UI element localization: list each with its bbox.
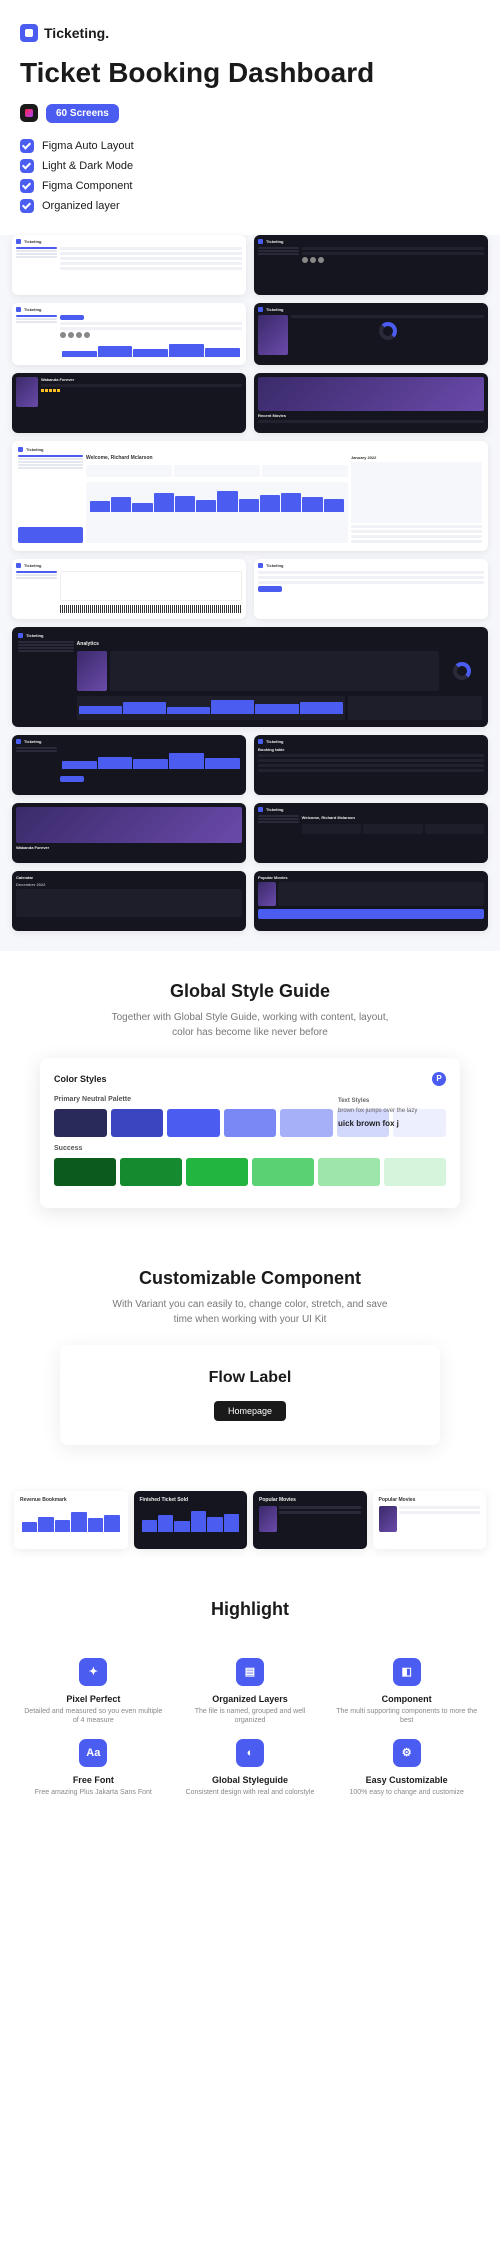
hero-title: Ticket Booking Dashboard [20,56,480,90]
section-title: Highlight [20,1599,480,1620]
swatch [111,1109,164,1137]
success-swatches [54,1158,446,1186]
feature-list: Figma Auto Layout Light & Dark Mode Figm… [20,139,480,213]
shot-light-small: Ticketing [254,559,488,619]
feature-label: Organized layer [42,200,120,212]
shot-dark-small: Ticketing [12,735,246,795]
flow-title: Flow Label [84,1369,416,1387]
hero: Ticketing. Ticket Booking Dashboard 60 S… [0,0,500,235]
layers-icon: ▤ [236,1658,264,1686]
feature-item: Figma Auto Layout [20,139,480,153]
highlight-title: Free Font [22,1775,165,1785]
shot-dark-movie: Recent Movies [254,373,488,433]
swatch [224,1109,277,1137]
feature-item: Light & Dark Mode [20,159,480,173]
pixel-icon: ✦ [79,1658,107,1686]
swatch [384,1158,446,1186]
highlight-item: ◧ Component The multi supporting component… [335,1658,478,1725]
figma-icon [20,104,38,122]
highlight-title: Component [335,1694,478,1704]
section-component: Customizable Component With Variant you … [0,1238,500,1491]
shot-dark-small: Ticketing [254,235,488,295]
highlight-item: ✦ Pixel Perfect Detailed and measured so y… [22,1658,165,1725]
brand-text: Ticketing. [44,25,109,41]
shot-dark-calendar: Calendar December 2022 [12,871,246,931]
highlight-item: Aa Free Font Free amazing Plus Jakarta San… [22,1739,165,1797]
highlight-item: ⚙ Easy Customizable 100% easy to change an… [335,1739,478,1797]
swatch [318,1158,380,1186]
shot-dark-booking: Ticketing Booking table [254,735,488,795]
customize-icon: ⚙ [393,1739,421,1767]
section-title: Customizable Component [20,1268,480,1289]
comp-card-dark: Popular Movies [253,1491,367,1549]
screenshot-collage: Ticketing Ticketing Ticketing Ticketing … [0,235,500,951]
highlight-title: Organized Layers [179,1694,322,1704]
section-desc: With Variant you can easily to, change c… [110,1297,390,1327]
highlight-desc: Consistent design with real and colorsty… [179,1788,322,1797]
section-style-guide: Global Style Guide Together with Global … [0,951,500,1238]
swatch [252,1158,314,1186]
check-icon [20,159,34,173]
feature-label: Figma Component [42,180,133,192]
swatch [167,1109,220,1137]
shot-light-small: Ticketing [12,235,246,295]
highlight-desc: Free amazing Plus Jakarta Sans Font [22,1788,165,1797]
shot-light-ticket: Ticketing [12,559,246,619]
shot-light-main-dashboard: Ticketing Welcome, Richard Mclarson Janu… [12,441,488,551]
highlight-grid: ✦ Pixel Perfect Detailed and measured so y… [0,1658,500,1827]
swatch [54,1158,116,1186]
flow-label-card: Flow Label Homepage [60,1345,440,1445]
swatch [54,1109,107,1137]
palette-label: Success [54,1145,446,1152]
card-title: Color Styles [54,1074,107,1084]
feature-label: Figma Auto Layout [42,140,134,152]
check-icon [20,139,34,153]
highlight-item: ▤ Organized Layers The file is named, grou… [179,1658,322,1725]
check-icon [20,179,34,193]
shot-dark-dashboard: Ticketing Welcome, Richard Mclarson [254,803,488,863]
check-icon [20,199,34,213]
highlight-desc: The multi supporting components to more … [335,1707,478,1725]
highlight-desc: The file is named, grouped and well orga… [179,1707,322,1725]
section-highlight: Highlight [0,1569,500,1658]
component-previews: Revenue Bookmark Finished Ticket Sold Po… [0,1491,500,1569]
shot-dark-movie: Wakanda Forever [12,373,246,433]
homepage-pill: Homepage [214,1401,286,1421]
styleguide-icon: ◐ [236,1739,264,1767]
component-icon: ◧ [393,1658,421,1686]
shot-light-small: Ticketing [12,303,246,365]
swatch [120,1158,182,1186]
highlight-title: Pixel Perfect [22,1694,165,1704]
shot-dark-analytics: Ticketing Analytics [12,627,488,727]
brand-icon [20,24,38,42]
comp-card-light: Revenue Bookmark [14,1491,128,1549]
highlight-title: Global Styleguide [179,1775,322,1785]
shot-dark-popular: Popular Movies [254,871,488,931]
hero-badges: 60 Screens [20,104,480,123]
p-icon: P [432,1072,446,1086]
comp-card-dark: Finished Ticket Sold [134,1491,248,1549]
screens-badge: 60 Screens [46,104,119,123]
highlight-item: ◐ Global Styleguide Consistent design with… [179,1739,322,1797]
typography-sample: Text Styles brown fox jumps over the laz… [338,1098,448,1130]
section-title: Global Style Guide [20,981,480,1002]
font-icon: Aa [79,1739,107,1767]
highlight-desc: Detailed and measured so you even multip… [22,1707,165,1725]
feature-label: Light & Dark Mode [42,160,133,172]
highlight-desc: 100% easy to change and customize [335,1788,478,1797]
shot-dark-small: Ticketing [254,303,488,365]
swatch [186,1158,248,1186]
style-guide-card: Color Styles P Primary Neutral Palette S… [40,1058,460,1208]
shot-dark-poster: Wakanda Forever [12,803,246,863]
section-desc: Together with Global Style Guide, workin… [110,1010,390,1040]
highlight-title: Easy Customizable [335,1775,478,1785]
comp-card-light: Popular Movies [373,1491,487,1549]
swatch [280,1109,333,1137]
feature-item: Organized layer [20,199,480,213]
feature-item: Figma Component [20,179,480,193]
brand-logo: Ticketing. [20,24,480,42]
